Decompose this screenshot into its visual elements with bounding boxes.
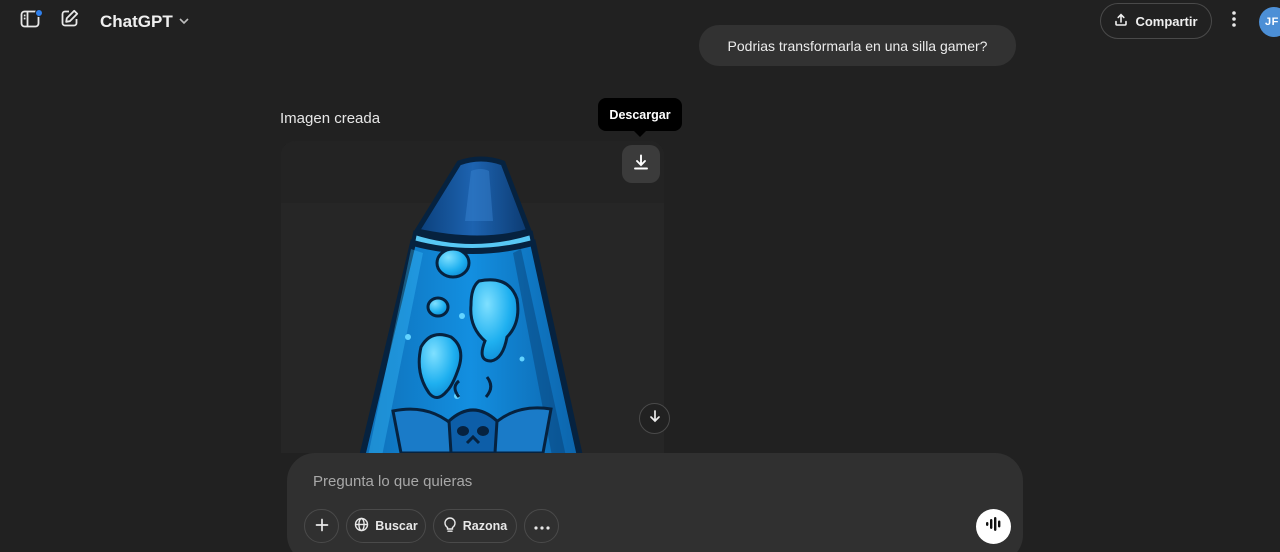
add-attachment-button[interactable] (304, 509, 339, 543)
voice-waveform-icon (985, 516, 1003, 537)
download-icon (632, 153, 650, 176)
user-message-text: Podrias transformarla en una silla gamer… (727, 37, 988, 54)
more-options-button[interactable] (1220, 5, 1248, 37)
share-label: Compartir (1135, 13, 1198, 29)
sidebar-toggle-button[interactable] (14, 5, 46, 37)
search-label: Buscar (375, 519, 418, 533)
model-name: ChatGPT (100, 12, 173, 31)
plus-icon (315, 518, 329, 535)
message-composer: Buscar Razona (287, 453, 1023, 552)
model-selector[interactable]: ChatGPT (92, 6, 198, 38)
avatar[interactable]: JF (1259, 7, 1280, 37)
more-horizontal-icon (533, 519, 550, 533)
scroll-to-bottom-button[interactable] (639, 403, 670, 434)
globe-icon (354, 517, 369, 535)
share-icon (1114, 12, 1128, 30)
prompt-input[interactable] (313, 467, 913, 495)
more-tools-button[interactable] (524, 509, 559, 543)
notification-dot (35, 9, 43, 17)
share-button[interactable]: Compartir (1100, 3, 1212, 39)
generated-image[interactable] (281, 141, 664, 453)
reason-button[interactable]: Razona (433, 509, 517, 543)
download-button[interactable] (622, 145, 660, 183)
voice-mode-button[interactable] (976, 509, 1011, 544)
lava-lamp-illustration (281, 141, 664, 453)
more-vertical-icon (1231, 10, 1237, 33)
arrow-down-icon (648, 409, 662, 428)
user-message-bubble: Podrias transformarla en una silla gamer… (699, 25, 1016, 66)
reason-label: Razona (462, 519, 508, 533)
new-chat-button[interactable] (53, 5, 85, 37)
image-created-label: Imagen creada (280, 110, 381, 127)
avatar-initials: JF (1265, 16, 1279, 28)
download-tooltip: Descargar (598, 98, 682, 137)
search-button[interactable]: Buscar (346, 509, 426, 543)
lightbulb-icon (443, 516, 457, 536)
chevron-down-icon (178, 12, 190, 32)
new-chat-icon (59, 8, 80, 34)
